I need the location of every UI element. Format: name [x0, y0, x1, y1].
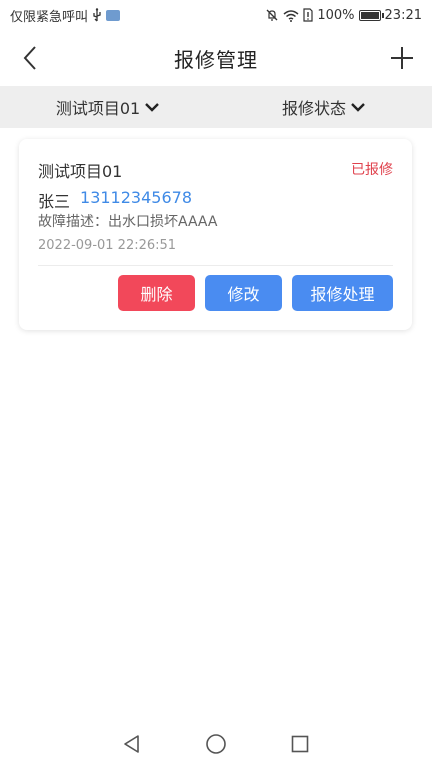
- nav-home-button[interactable]: [202, 730, 230, 758]
- status-filter-dropdown[interactable]: 报修状态: [216, 95, 432, 119]
- sim-card-icon: [106, 9, 121, 21]
- delete-button[interactable]: 删除: [118, 275, 195, 311]
- battery-percent: 100%: [317, 7, 355, 23]
- status-left: 仅限紧急呼叫: [10, 6, 121, 25]
- record-description-text: 出水口损坏AAAA: [108, 214, 218, 230]
- status-right: 100% 23:21: [265, 8, 422, 23]
- repair-record-card[interactable]: 测试项目01 已报修 张三 13112345678 故障描述： 出水口损坏AAA…: [19, 139, 412, 330]
- chevron-down-icon: [351, 103, 365, 112]
- usb-icon: [92, 8, 102, 22]
- page-title: 报修管理: [174, 47, 258, 72]
- chevron-left-icon: [23, 46, 36, 70]
- filter-bar: 测试项目01 报修状态: [0, 86, 432, 128]
- nav-back-button[interactable]: [118, 730, 146, 758]
- record-contact-name: 张三: [38, 192, 71, 211]
- plus-icon: [391, 47, 413, 69]
- record-contact: 张三 13112345678: [38, 188, 192, 212]
- sim-alert-icon: [303, 8, 313, 22]
- project-filter-dropdown[interactable]: 测试项目01: [0, 95, 216, 119]
- record-description: 故障描述： 出水口损坏AAAA: [38, 211, 217, 231]
- system-nav-bar: [0, 720, 432, 768]
- project-filter-label: 测试项目01: [55, 99, 141, 118]
- screen: 仅限紧急呼叫 100% 23:21 报修管理 测试项目01 报修状态 测试项目0…: [0, 0, 432, 768]
- square-recents-icon: [291, 735, 309, 753]
- chevron-down-icon: [145, 103, 160, 112]
- emergency-calls-text: 仅限紧急呼叫: [10, 9, 89, 25]
- process-repair-button[interactable]: 报修处理: [292, 275, 393, 311]
- status-time: 23:21: [384, 7, 422, 23]
- back-button[interactable]: [16, 44, 44, 72]
- card-divider: [38, 265, 393, 266]
- status-filter-label: 报修状态: [281, 99, 346, 118]
- record-project-name: 测试项目01: [38, 162, 123, 181]
- nav-recents-button[interactable]: [286, 730, 314, 758]
- triangle-back-icon: [124, 735, 139, 753]
- circle-home-icon: [206, 734, 226, 754]
- record-contact-phone[interactable]: 13112345678: [80, 188, 192, 212]
- add-button[interactable]: [388, 44, 416, 72]
- record-actions: 删除 修改 报修处理: [118, 275, 393, 311]
- edit-button[interactable]: 修改: [205, 275, 282, 311]
- wifi-icon: [283, 9, 299, 22]
- record-timestamp: 2022-09-01 22:26:51: [38, 238, 177, 253]
- record-description-label: 故障描述：: [38, 214, 108, 230]
- status-bar: 仅限紧急呼叫 100% 23:21: [0, 0, 432, 30]
- header: 报修管理: [0, 30, 432, 86]
- mute-icon: [265, 8, 279, 22]
- record-status-badge: 已报修: [351, 162, 393, 178]
- battery-icon: [358, 9, 384, 21]
